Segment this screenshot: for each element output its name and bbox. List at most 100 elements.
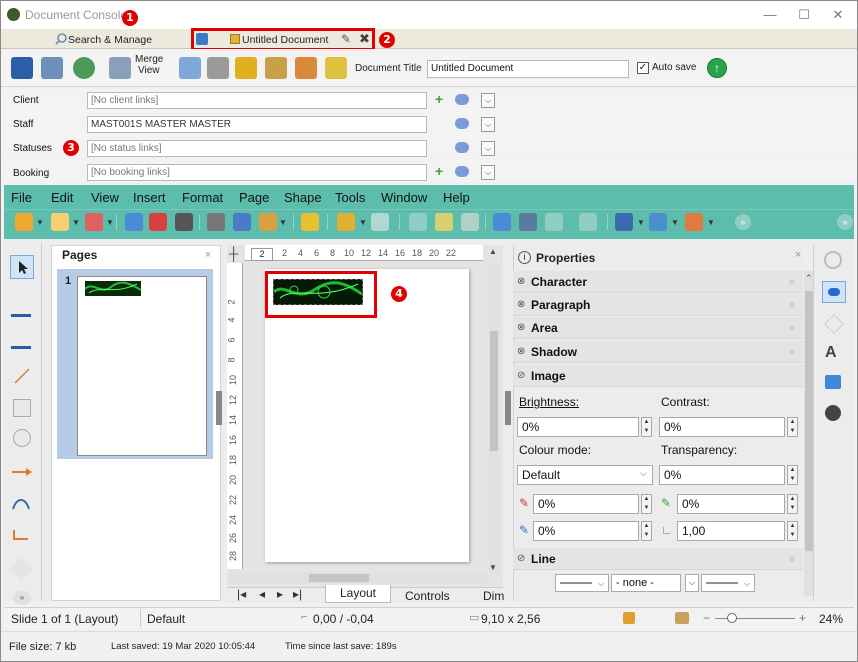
preview-icon[interactable] [179,57,201,79]
copy-icon[interactable] [233,213,251,231]
navigator-deck-icon[interactable] [825,405,841,421]
menu-edit[interactable]: Edit [51,190,73,205]
transparency-spinner[interactable]: ▲ ▼ [787,465,798,485]
menu-page[interactable]: Page [239,190,269,205]
eraser-icon[interactable] [455,94,469,105]
zoom-in-button[interactable]: + [799,611,806,625]
arrange-icon[interactable] [685,213,703,231]
tab-controls[interactable]: Controls [405,589,450,603]
brightness-spinner[interactable]: ▲ ▼ [641,417,652,437]
ellipse-tool-icon[interactable] [13,429,31,447]
scroll-up-icon[interactable]: ⌃ [805,273,813,284]
save-icon[interactable] [85,213,103,231]
chevron-down-icon[interactable]: ⌵ [685,574,699,592]
gear-icon[interactable] [824,251,842,269]
transparency-input[interactable]: 0% [659,465,785,485]
special-character-icon[interactable] [545,213,563,231]
menu-file[interactable]: File [11,190,32,205]
section-character[interactable]: ⊗ Character [513,271,803,293]
chevron-down-icon[interactable]: ⌵ [640,468,647,479]
tab-dimension-lines[interactable]: Dim [483,589,504,603]
scrollbar-thumb[interactable] [805,291,813,551]
more-options-icon[interactable]: » [13,591,31,605]
add-booking-icon[interactable]: + [435,163,443,179]
eraser-icon[interactable] [455,142,469,153]
line-color-icon[interactable] [11,299,31,317]
zoom-slider-handle[interactable] [727,613,737,623]
line-end-select[interactable]: ⌵ [701,574,755,592]
tab-search-manage[interactable]: Search & Manage [68,31,152,49]
table-icon[interactable] [461,213,479,231]
blue-input[interactable]: 0% [533,521,639,541]
gallery-deck-icon[interactable] [825,375,841,389]
tab-layout[interactable]: Layout [325,585,391,603]
prev-page-icon[interactable]: ◂ [259,587,265,601]
menu-window[interactable]: Window [381,190,427,205]
chevron-down-icon[interactable]: ▼ [72,218,80,227]
document-title-input[interactable]: Untitled Document [427,60,629,78]
save-as-icon[interactable] [41,57,63,79]
export-icon[interactable] [125,213,143,231]
close-panel-icon[interactable]: × [205,249,211,261]
snap-guides-icon[interactable] [435,213,453,231]
cut-icon[interactable] [207,213,225,231]
curve-tool-icon[interactable] [11,495,31,513]
menu-view[interactable]: View [91,190,119,205]
chevron-down-icon[interactable]: ▼ [279,218,287,227]
fit-page-icon[interactable] [675,612,689,624]
close-window-button[interactable]: ✕ [821,5,855,25]
scrollbar-thumb[interactable] [490,331,498,451]
section-area[interactable]: ⊗ Area [513,317,803,339]
red-input[interactable]: 0% [533,494,639,514]
clone-formatting-icon[interactable] [301,213,319,231]
merge-view-button[interactable]: Merge View [135,54,163,76]
eraser-icon[interactable] [455,118,469,129]
export-pdf-icon[interactable] [149,213,167,231]
menu-shape[interactable]: Shape [284,190,322,205]
more-options-icon[interactable]: » [735,214,751,230]
booking-dropdown[interactable]: ⌵ [481,165,495,180]
first-page-icon[interactable]: |◂ [237,587,246,601]
key-icon[interactable] [325,57,347,79]
open-folder-icon[interactable] [51,213,69,231]
line-tool-icon[interactable] [13,367,31,385]
globe-icon[interactable] [73,57,95,79]
line-style-select[interactable]: ⌵ [555,574,609,592]
export-icon[interactable] [235,57,257,79]
scroll-down-icon[interactable]: ▼ [489,563,497,572]
add-client-icon[interactable]: + [435,91,443,107]
page-thumbnail[interactable] [77,276,207,456]
menu-help[interactable]: Help [443,190,470,205]
print-icon[interactable] [207,57,229,79]
section-paragraph[interactable]: ⊗ Paragraph [513,294,803,316]
new-icon[interactable] [15,213,33,231]
red-spinner[interactable]: ▲ ▼ [641,494,652,514]
chevron-down-icon[interactable]: ▼ [637,218,645,227]
scrollbar-thumb[interactable] [309,574,369,582]
contrast-input[interactable]: 0% [659,417,785,437]
master-page-name[interactable]: Default [147,612,185,626]
redo-icon[interactable] [371,213,389,231]
section-shadow[interactable]: ⊗ Shadow [513,341,803,363]
chevron-down-icon[interactable]: ▼ [36,218,44,227]
notes-icon[interactable] [295,57,317,79]
merge-view-icon[interactable] [109,57,131,79]
tab-untitled-document[interactable]: Untitled Document [242,31,328,49]
last-page-icon[interactable]: ▸| [293,587,302,601]
contrast-spinner[interactable]: ▲ ▼ [787,417,798,437]
rectangle-tool-icon[interactable] [13,399,31,417]
align-icon[interactable] [649,213,667,231]
section-image[interactable]: ⊘ Image [513,365,803,387]
connector-tool-icon[interactable] [11,527,31,545]
minimize-button[interactable]: — [753,5,787,25]
more-options-icon[interactable]: » [837,214,853,230]
auto-save-checkbox[interactable]: ✓ [637,62,649,74]
sidebar-collapse-handle[interactable] [505,391,511,425]
blue-spinner[interactable]: ▲ ▼ [641,521,652,541]
close-tab-icon[interactable]: ✖ [359,31,370,47]
maximize-button[interactable]: ☐ [787,5,821,25]
colour-mode-select[interactable]: Default [517,465,653,485]
eraser-icon[interactable] [455,166,469,177]
statuses-dropdown[interactable]: ⌵ [481,141,495,156]
fontwork-icon[interactable] [579,213,597,231]
